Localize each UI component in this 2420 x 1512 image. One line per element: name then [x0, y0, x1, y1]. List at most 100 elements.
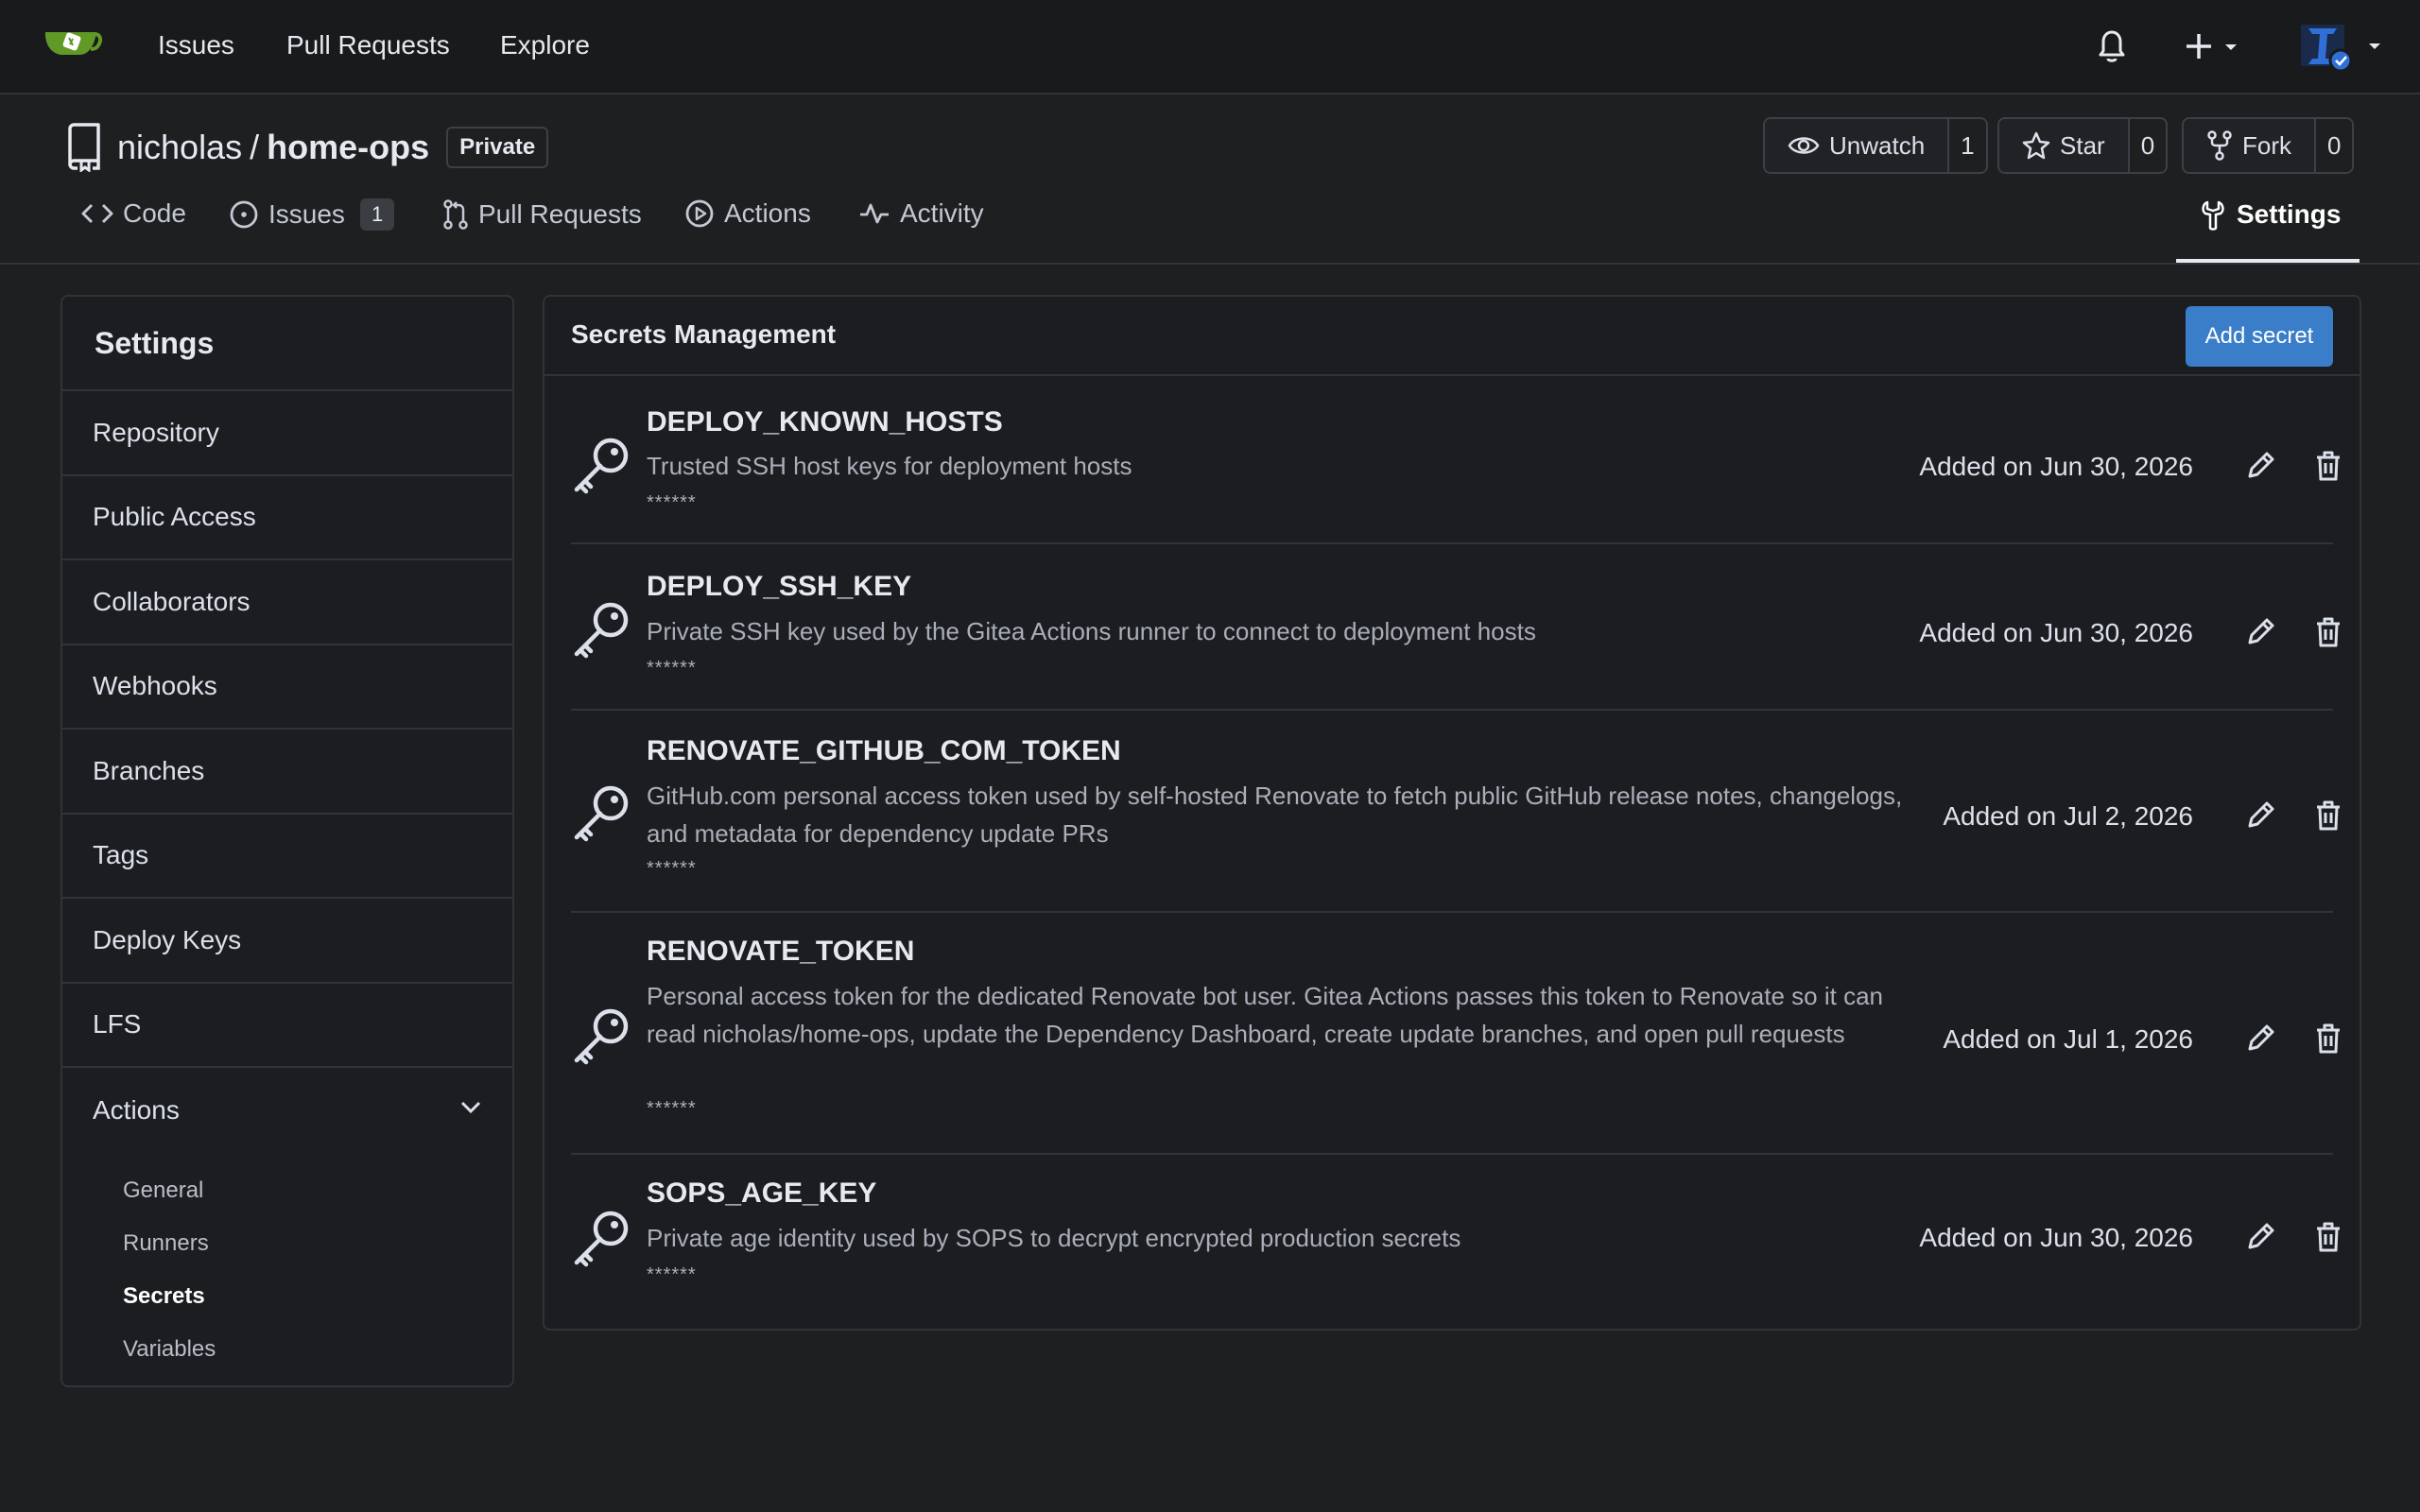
- secret-name: RENOVATE_TOKEN: [647, 936, 915, 967]
- issues-count-badge: 1: [359, 198, 395, 231]
- nav-pull-requests[interactable]: Pull Requests: [286, 30, 450, 60]
- repo-separator: /: [250, 128, 260, 166]
- edit-pencil-icon[interactable]: [2244, 616, 2276, 648]
- delete-trash-icon[interactable]: [2314, 799, 2342, 832]
- secret-mask: ******: [647, 492, 697, 513]
- sidebar-item-actions[interactable]: Actions: [62, 1068, 512, 1153]
- tab-code-label: Code: [123, 198, 186, 228]
- edit-pencil-icon[interactable]: [2244, 799, 2276, 832]
- bell-icon[interactable]: [2095, 28, 2129, 66]
- sidebar-sub-general[interactable]: General: [62, 1164, 512, 1217]
- nav-explore[interactable]: Explore: [500, 30, 590, 60]
- secret-name: RENOVATE_GITHUB_COM_TOKEN: [647, 735, 1121, 766]
- repo-title: nicholas / home-ops Private: [64, 123, 549, 172]
- sidebar-item-tags[interactable]: Tags: [62, 815, 512, 899]
- plus-icon[interactable]: [2186, 30, 2242, 64]
- star-label: Star: [2060, 130, 2105, 160]
- add-secret-button[interactable]: Add secret: [2186, 306, 2333, 367]
- fork-icon: [2206, 130, 2233, 161]
- tab-actions[interactable]: Actions: [684, 198, 811, 229]
- secret-description: GitHub.com personal access token used by…: [647, 782, 1903, 848]
- code-icon: [81, 201, 113, 226]
- tab-actions-label: Actions: [724, 198, 811, 228]
- sidebar-item-deploy-keys[interactable]: Deploy Keys: [62, 899, 512, 984]
- fork-button[interactable]: Fork: [2184, 119, 2314, 172]
- settings-sidebar: Settings Repository Public Access Collab…: [60, 295, 514, 1387]
- fork-label: Fork: [2242, 130, 2291, 160]
- fork-button-group: Fork 0: [2182, 117, 2355, 174]
- tab-pull-requests-label: Pull Requests: [478, 199, 642, 229]
- repo-name-link[interactable]: home-ops: [267, 128, 429, 167]
- secret-row: DEPLOY_SSH_KEY Private SSH key used by t…: [571, 544, 2340, 711]
- play-icon: [684, 198, 715, 229]
- chevron-down-icon[interactable]: [459, 1100, 482, 1115]
- repo-owner-link[interactable]: nicholas: [117, 128, 242, 167]
- secret-date: Added on Jul 2, 2026: [1943, 801, 2193, 831]
- secret-row: RENOVATE_GITHUB_COM_TOKEN GitHub.com per…: [571, 711, 2340, 913]
- gitea-logo[interactable]: [42, 23, 102, 68]
- unwatch-button[interactable]: Unwatch: [1765, 119, 1948, 172]
- secret-row: RENOVATE_TOKEN Personal access token for…: [571, 913, 2340, 1155]
- unwatch-label: Unwatch: [1829, 130, 1926, 160]
- top-navbar: Issues Pull Requests Explore: [0, 0, 2420, 94]
- issue-icon: [229, 199, 259, 230]
- fork-count[interactable]: 0: [2314, 119, 2353, 172]
- eye-icon: [1788, 133, 1820, 158]
- tab-settings[interactable]: Settings: [2199, 198, 2341, 231]
- repo-icon: [64, 123, 102, 172]
- tab-issues-label: Issues: [268, 199, 345, 229]
- delete-trash-icon[interactable]: [2314, 450, 2342, 482]
- secret-date: Added on Jul 1, 2026: [1943, 1024, 2193, 1054]
- sidebar-item-actions-label: Actions: [93, 1094, 180, 1125]
- nav-issues[interactable]: Issues: [158, 30, 234, 60]
- sidebar-item-public-access[interactable]: Public Access: [62, 476, 512, 560]
- secret-description: Trusted SSH host keys for deployment hos…: [647, 452, 1132, 480]
- secret-date: Added on Jun 30, 2026: [1919, 1223, 2193, 1252]
- secret-description: Private age identity used by SOPS to dec…: [647, 1224, 1461, 1252]
- secret-name: DEPLOY_SSH_KEY: [647, 571, 912, 602]
- key-icon: [571, 1206, 633, 1268]
- star-button[interactable]: Star: [1999, 119, 2128, 172]
- panel-title: Secrets Management: [571, 319, 837, 349]
- sidebar-item-repository[interactable]: Repository: [62, 391, 512, 476]
- key-icon: [571, 433, 633, 495]
- sidebar-item-lfs[interactable]: LFS: [62, 984, 512, 1068]
- secret-name: DEPLOY_KNOWN_HOSTS: [647, 406, 1003, 438]
- delete-trash-icon[interactable]: [2314, 1022, 2342, 1055]
- secret-name: SOPS_AGE_KEY: [647, 1177, 877, 1209]
- sidebar-sub-secrets[interactable]: Secrets: [62, 1270, 512, 1323]
- active-tab-underline: [2176, 259, 2360, 263]
- edit-pencil-icon[interactable]: [2244, 1221, 2276, 1253]
- tool-icon: [2199, 198, 2227, 231]
- tab-issues[interactable]: Issues 1: [229, 198, 395, 231]
- tab-pull-requests[interactable]: Pull Requests: [442, 198, 642, 231]
- delete-trash-icon[interactable]: [2314, 1221, 2342, 1253]
- sidebar-title: Settings: [62, 297, 512, 391]
- secret-date: Added on Jun 30, 2026: [1919, 452, 2193, 481]
- secret-mask: ******: [647, 658, 697, 679]
- panel-header: Secrets Management Add secret: [544, 297, 2360, 376]
- user-avatar[interactable]: [2299, 21, 2386, 74]
- tab-code[interactable]: Code: [81, 198, 186, 229]
- star-button-group: Star 0: [1997, 117, 2169, 174]
- sidebar-item-branches[interactable]: Branches: [62, 730, 512, 815]
- edit-pencil-icon[interactable]: [2244, 450, 2276, 482]
- star-count[interactable]: 0: [2127, 119, 2167, 172]
- tab-activity[interactable]: Activity: [858, 198, 984, 229]
- secret-mask: ******: [647, 1264, 697, 1285]
- sidebar-item-collaborators[interactable]: Collaborators: [62, 560, 512, 645]
- tab-settings-label: Settings: [2237, 199, 2342, 229]
- sidebar-sub-runners[interactable]: Runners: [62, 1217, 512, 1270]
- watch-button-group: Unwatch 1: [1763, 117, 1988, 174]
- sidebar-sub-variables[interactable]: Variables: [62, 1323, 512, 1376]
- sidebar-item-webhooks[interactable]: Webhooks: [62, 645, 512, 730]
- key-icon: [571, 1004, 633, 1066]
- tab-activity-label: Activity: [900, 198, 984, 228]
- secret-mask: ******: [647, 858, 697, 879]
- pulse-icon: [858, 200, 890, 227]
- delete-trash-icon[interactable]: [2314, 616, 2342, 648]
- pull-request-icon: [442, 198, 469, 231]
- star-icon: [2022, 131, 2050, 160]
- edit-pencil-icon[interactable]: [2244, 1022, 2276, 1055]
- watch-count[interactable]: 1: [1947, 119, 1986, 172]
